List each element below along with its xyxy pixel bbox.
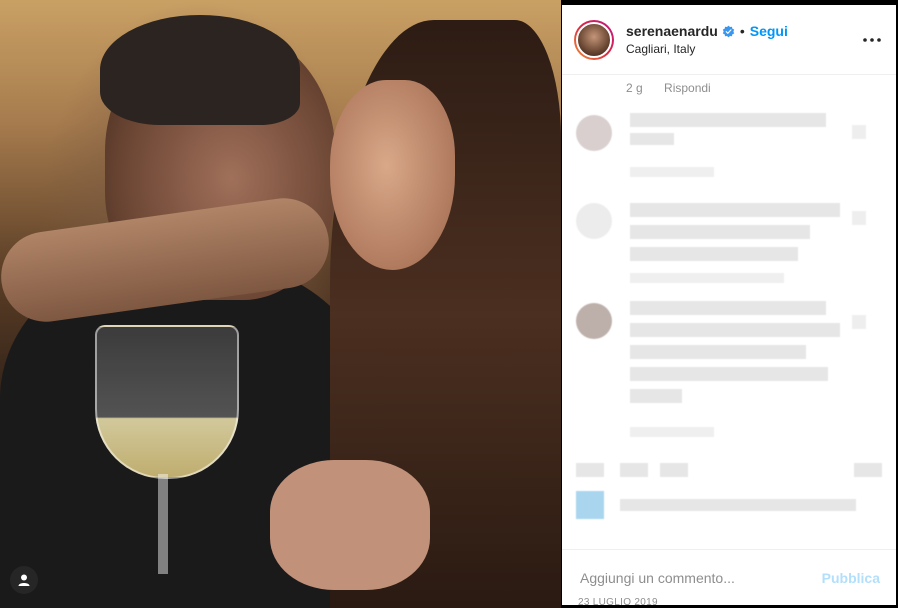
comment-time: 2 g: [626, 81, 643, 95]
photo-wine-glass: [95, 325, 239, 479]
photo-woman-face: [330, 80, 455, 270]
location-link[interactable]: Cagliari, Italy: [626, 42, 788, 56]
add-comment-bar: Pubblica: [562, 549, 896, 605]
post-photo[interactable]: [0, 0, 561, 608]
post-header: serenaenardu • Segui Cagliari, Italy: [562, 5, 896, 75]
user-line: serenaenardu • Segui: [626, 23, 788, 39]
comments-list[interactable]: 2 g Rispondi 23 LUGLIO 2019: [562, 75, 896, 605]
more-options-icon[interactable]: [860, 31, 884, 49]
comment-input[interactable]: [578, 568, 812, 587]
publish-button[interactable]: Pubblica: [822, 570, 880, 586]
follow-button[interactable]: Segui: [750, 23, 788, 39]
verified-badge-icon: [722, 25, 735, 37]
photo-hand: [270, 460, 430, 590]
separator-dot: •: [739, 23, 745, 39]
post-side-panel: serenaenardu • Segui Cagliari, Italy 2 g…: [562, 5, 896, 605]
user-block: serenaenardu • Segui Cagliari, Italy: [626, 23, 788, 56]
photo-man-hair: [100, 15, 300, 125]
user-tag-icon[interactable]: [10, 566, 38, 594]
avatar-image: [576, 21, 612, 58]
photo-glass-stem: [158, 474, 168, 574]
reply-button[interactable]: Rispondi: [664, 81, 711, 95]
username-link[interactable]: serenaenardu: [626, 23, 718, 39]
comment-meta: 2 g Rispondi: [626, 81, 729, 95]
avatar[interactable]: [574, 19, 614, 60]
